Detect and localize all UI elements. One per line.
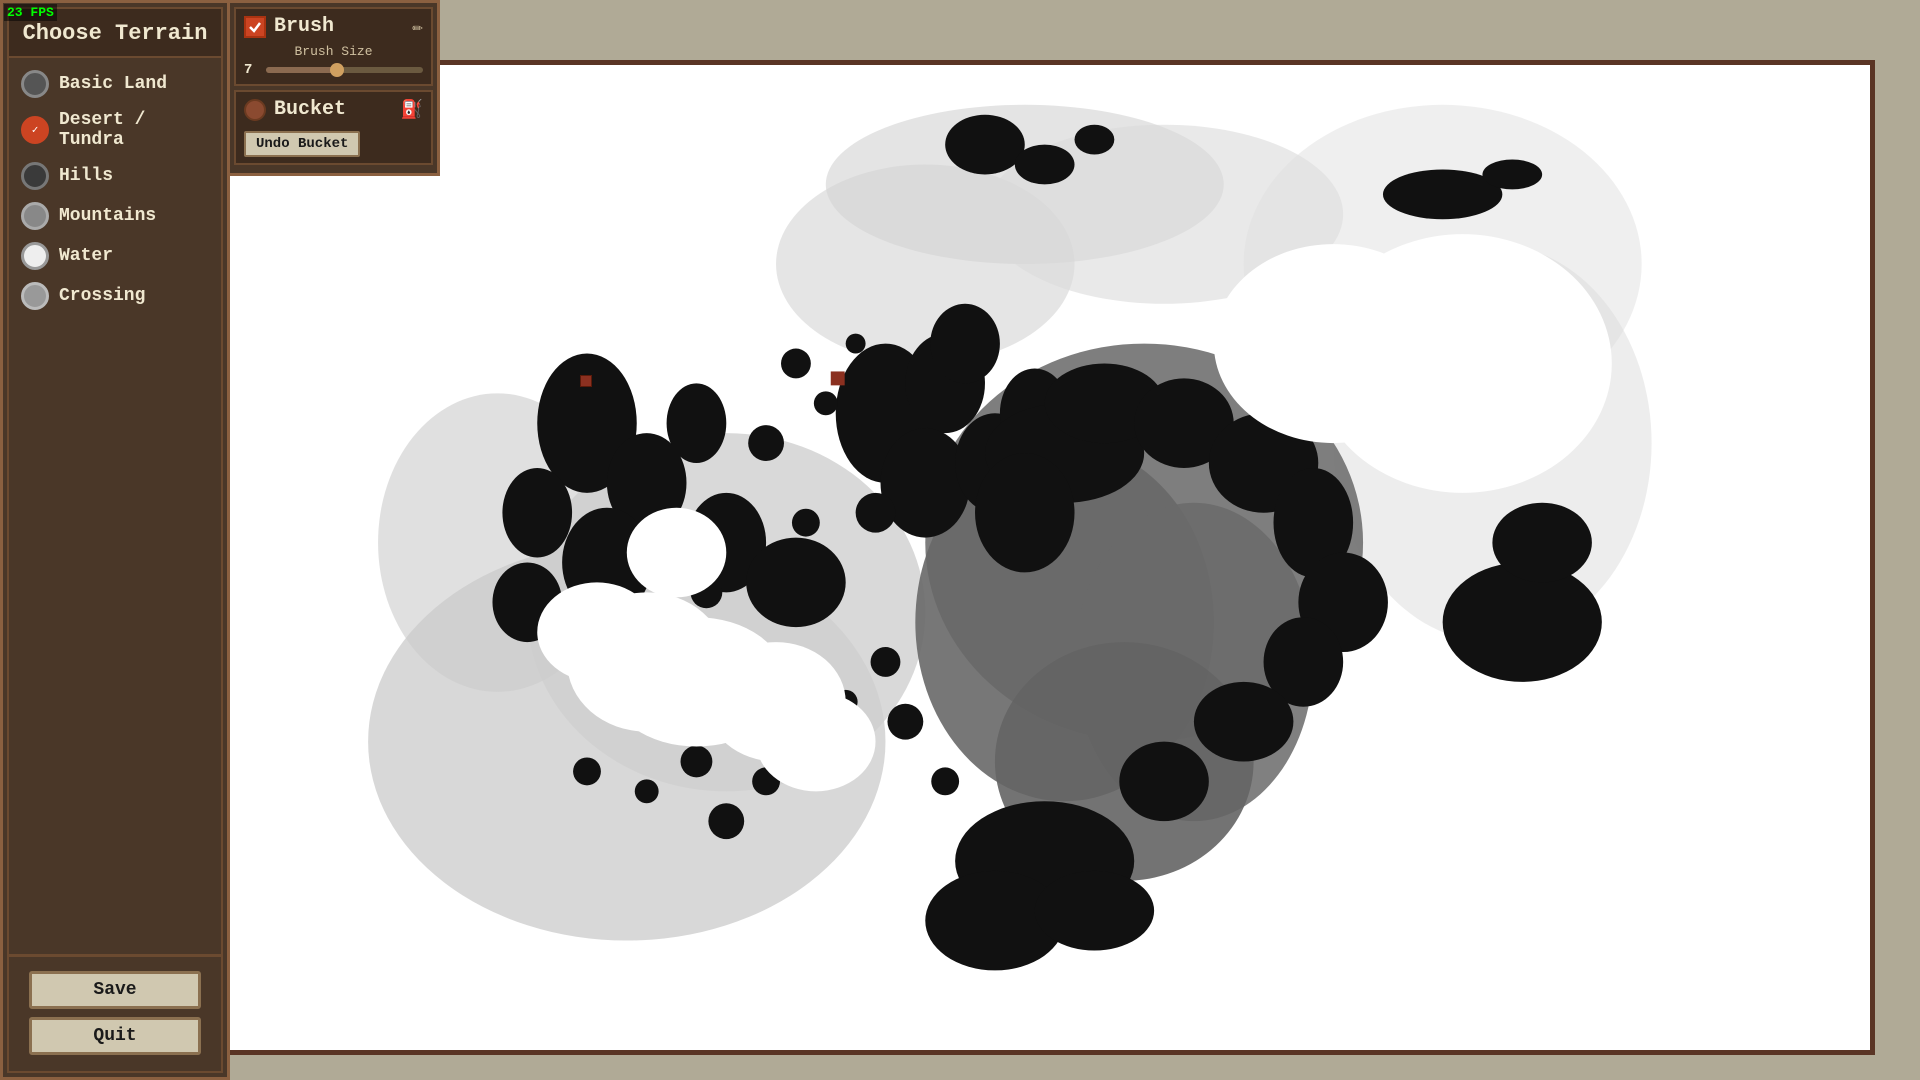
terrain-list: Basic Land ✓ Desert / Tundra Hills Mount…: [9, 58, 221, 950]
map-svg: [90, 65, 1870, 1050]
terrain-item-hills[interactable]: Hills: [15, 158, 215, 194]
terrain-item-mountains[interactable]: Mountains: [15, 198, 215, 234]
bottom-buttons: Save Quit: [9, 961, 221, 1071]
terrain-radio-mountains[interactable]: [21, 202, 49, 230]
panel-divider: [9, 954, 221, 957]
brush-name: Brush: [274, 15, 404, 38]
terrain-label-water: Water: [59, 246, 113, 266]
terrain-label-basic-land: Basic Land: [59, 74, 167, 94]
brush-size-label: Brush Size: [244, 44, 423, 59]
terrain-radio-basic-land[interactable]: [21, 70, 49, 98]
brush-size-slider[interactable]: [266, 67, 423, 73]
terrain-item-desert-tundra[interactable]: ✓ Desert / Tundra: [15, 106, 215, 154]
brush-icon: ✏: [412, 16, 423, 38]
terrain-label-crossing: Crossing: [59, 286, 145, 306]
bucket-name: Bucket: [274, 98, 393, 121]
brush-slider-track: [266, 67, 337, 73]
brush-size-row: 7: [244, 62, 423, 78]
map-canvas: [90, 65, 1870, 1050]
bucket-radio[interactable]: [244, 99, 266, 121]
terrain-radio-water[interactable]: [21, 242, 49, 270]
bucket-section: Bucket ⛽ Undo Bucket: [234, 90, 433, 165]
terrain-radio-desert-tundra[interactable]: ✓: [21, 116, 49, 144]
terrain-radio-crossing[interactable]: [21, 282, 49, 310]
brush-section: Brush ✏ Brush Size 7: [234, 7, 433, 86]
terrain-item-water[interactable]: Water: [15, 238, 215, 274]
tool-panel: Brush ✏ Brush Size 7 Bucket ⛽ Undo Bucke…: [230, 0, 440, 176]
fps-counter: 23 FPS: [4, 4, 57, 21]
brush-slider-thumb[interactable]: [330, 63, 344, 77]
terrain-label-mountains: Mountains: [59, 206, 156, 226]
brush-size-value: 7: [244, 62, 260, 78]
left-panel: Choose Terrain Basic Land ✓ Desert / Tun…: [0, 0, 230, 1080]
terrain-item-basic-land[interactable]: Basic Land: [15, 66, 215, 102]
terrain-radio-hills[interactable]: [21, 162, 49, 190]
save-button[interactable]: Save: [29, 971, 201, 1009]
terrain-label-desert-tundra: Desert / Tundra: [59, 110, 209, 150]
terrain-label-hills: Hills: [59, 166, 113, 186]
undo-bucket-button[interactable]: Undo Bucket: [244, 131, 360, 157]
terrain-item-crossing[interactable]: Crossing: [15, 278, 215, 314]
bucket-icon: ⛽: [401, 99, 423, 121]
bucket-header: Bucket ⛽: [244, 98, 423, 121]
main-canvas[interactable]: [85, 60, 1875, 1055]
quit-button[interactable]: Quit: [29, 1017, 201, 1055]
selected-check: ✓: [27, 122, 43, 138]
brush-checkbox[interactable]: [244, 16, 266, 38]
brush-header: Brush ✏: [244, 15, 423, 38]
